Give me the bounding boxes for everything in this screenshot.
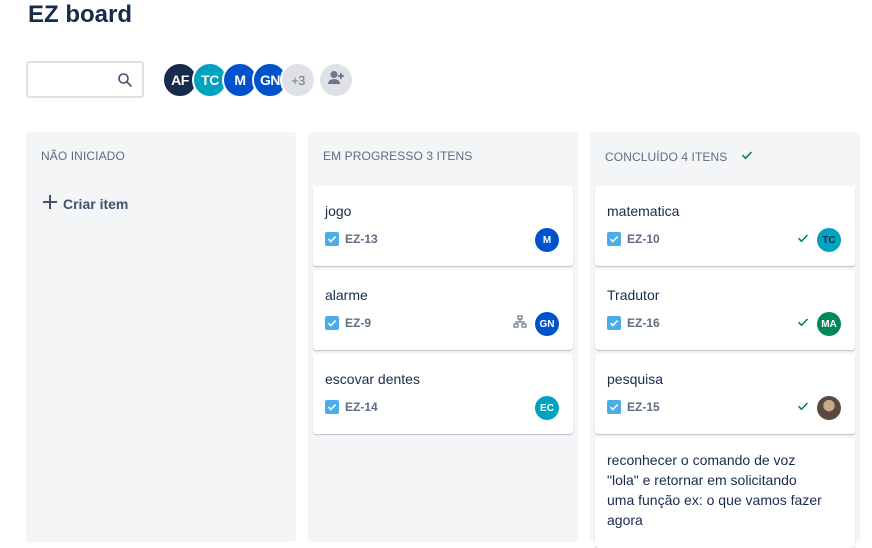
done-check-icon bbox=[797, 399, 809, 417]
task-checkbox-icon bbox=[325, 316, 339, 330]
column-concluido: CONCLUÍDO 4 ITENS matematica EZ-10 TC Tr… bbox=[590, 132, 860, 548]
issue-key[interactable]: EZ-16 bbox=[627, 316, 660, 330]
done-check-icon bbox=[797, 231, 809, 249]
search-icon[interactable] bbox=[117, 72, 133, 88]
column-em-progresso: EM PROGRESSO 3 ITENS jogo EZ-13 M alarme… bbox=[308, 132, 578, 542]
issue-key[interactable]: EZ-14 bbox=[345, 400, 378, 414]
card-summary: matematica bbox=[607, 203, 680, 219]
column-nao-iniciado: NÃO INICIADO Criar item bbox=[26, 132, 296, 542]
card-summary: pesquisa bbox=[607, 371, 664, 387]
issue-card[interactable]: matematica EZ-10 TC bbox=[595, 186, 855, 266]
column-title: NÃO INICIADO bbox=[41, 149, 125, 163]
issue-card[interactable]: reconhecer o comando de voz "lola" e ret… bbox=[595, 438, 855, 548]
issue-card[interactable]: alarme EZ-9 GN bbox=[313, 270, 573, 350]
card-summary: reconhecer o comando de voz "lola" e ret… bbox=[607, 452, 822, 528]
card-summary: jogo bbox=[325, 203, 352, 219]
add-user-button[interactable] bbox=[320, 64, 352, 96]
task-checkbox-icon bbox=[325, 232, 339, 246]
assignee-avatar[interactable]: TC bbox=[817, 228, 841, 252]
issue-key[interactable]: EZ-10 bbox=[627, 232, 660, 246]
add-user-icon bbox=[326, 68, 346, 93]
assignee-avatar[interactable]: MA bbox=[817, 312, 841, 336]
assignee-avatar[interactable]: EC bbox=[535, 396, 559, 420]
assignee-avatar[interactable]: GN bbox=[535, 312, 559, 336]
card-summary: alarme bbox=[325, 287, 368, 303]
create-item-button[interactable]: Criar item bbox=[43, 195, 128, 212]
board-title: EZ board bbox=[28, 1, 133, 28]
done-check-icon bbox=[741, 149, 753, 164]
search-box[interactable] bbox=[26, 61, 144, 98]
create-item-label: Criar item bbox=[63, 195, 129, 212]
task-checkbox-icon bbox=[607, 316, 621, 330]
column-title: CONCLUÍDO 4 ITENS bbox=[605, 149, 753, 164]
card-summary: Tradutor bbox=[607, 287, 660, 303]
done-check-icon bbox=[797, 315, 809, 333]
avatar-more[interactable]: +3 bbox=[280, 62, 316, 98]
task-checkbox-icon bbox=[607, 400, 621, 414]
issue-key[interactable]: EZ-9 bbox=[345, 316, 371, 330]
column-title: EM PROGRESSO 3 ITENS bbox=[323, 149, 473, 163]
issue-card[interactable]: pesquisa EZ-15 bbox=[595, 354, 855, 434]
assignee-avatar[interactable]: M bbox=[535, 228, 559, 252]
issue-card[interactable]: jogo EZ-13 M bbox=[313, 186, 573, 266]
assignee-photo-avatar[interactable] bbox=[817, 396, 841, 420]
issue-key[interactable]: EZ-13 bbox=[345, 232, 378, 246]
plus-icon bbox=[43, 195, 57, 212]
task-checkbox-icon bbox=[325, 400, 339, 414]
subtasks-icon bbox=[513, 314, 527, 334]
task-checkbox-icon bbox=[607, 232, 621, 246]
card-summary: escovar dentes bbox=[325, 371, 420, 387]
search-input[interactable] bbox=[28, 63, 128, 96]
issue-key[interactable]: EZ-15 bbox=[627, 400, 660, 414]
issue-card[interactable]: Tradutor EZ-16 MA bbox=[595, 270, 855, 350]
issue-card[interactable]: escovar dentes EZ-14 EC bbox=[313, 354, 573, 434]
